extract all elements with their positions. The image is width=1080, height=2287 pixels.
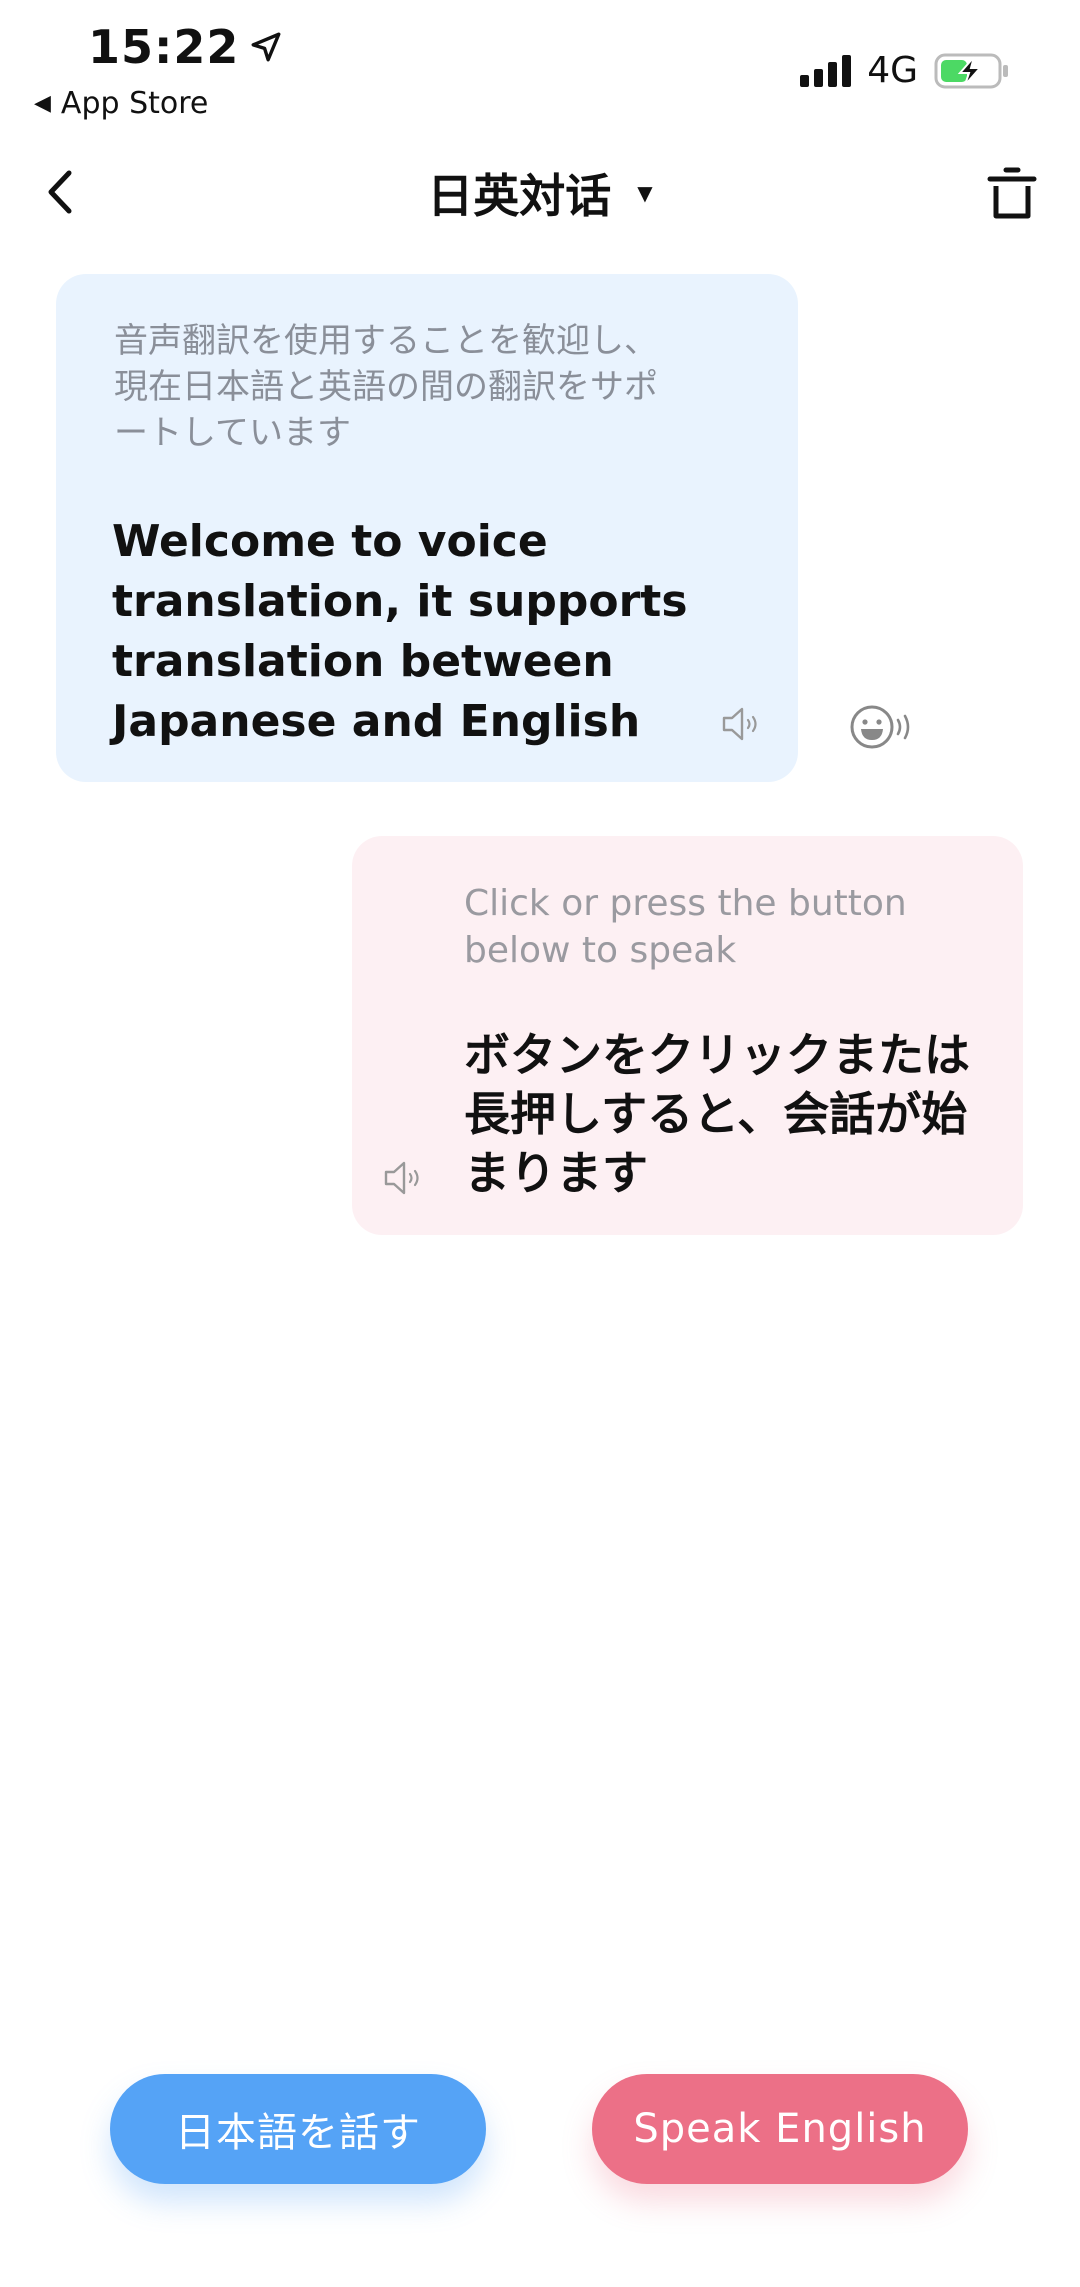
- message-bubble-left: 音声翻訳を使用することを歓迎し、現在日本語と英語の間の翻訳をサポートしています …: [56, 274, 798, 782]
- message-main-text: ボタンをクリックまたは長押しすると、会話が始まります: [464, 1028, 970, 1200]
- network-label: 4G: [867, 50, 918, 91]
- time-text: 15:22: [88, 20, 240, 74]
- message-bubble-right: Click or press the button below to speak…: [352, 836, 1023, 1235]
- back-to-app-store[interactable]: ◀ App Store: [34, 86, 208, 121]
- message-main-text: Welcome to voice translation, it support…: [112, 516, 688, 747]
- back-app-label: App Store: [60, 86, 209, 121]
- voice-emoji-icon[interactable]: [848, 702, 914, 752]
- message-subtitle: Click or press the button below to speak: [464, 883, 907, 971]
- page-title: 日英対话: [427, 169, 612, 223]
- speak-japanese-button[interactable]: 日本語を話す: [110, 2074, 486, 2184]
- speaker-icon[interactable]: [720, 704, 764, 744]
- screen: 15:22 ◀ App Store 4G 日英対话 ▼ 音声翻訳を使用することを…: [0, 0, 1080, 2287]
- back-triangle-icon: ◀: [34, 91, 51, 116]
- dropdown-caret-icon: ▼: [637, 181, 653, 205]
- battery-charging-icon: [934, 53, 1008, 88]
- trash-icon: [987, 167, 1037, 219]
- status-indicators: 4G: [800, 50, 1010, 91]
- message-subtitle: 音声翻訳を使用することを歓迎し、現在日本語と英語の間の翻訳をサポートしています: [114, 321, 658, 453]
- status-time: 15:22: [88, 20, 283, 74]
- signal-icon: [800, 54, 852, 87]
- delete-button[interactable]: [982, 164, 1042, 224]
- speak-english-button[interactable]: Speak English: [592, 2074, 968, 2184]
- language-pair-selector[interactable]: 日英対话 ▼: [0, 160, 1080, 226]
- speaker-icon[interactable]: [382, 1158, 426, 1198]
- location-arrow-icon: [251, 32, 281, 62]
